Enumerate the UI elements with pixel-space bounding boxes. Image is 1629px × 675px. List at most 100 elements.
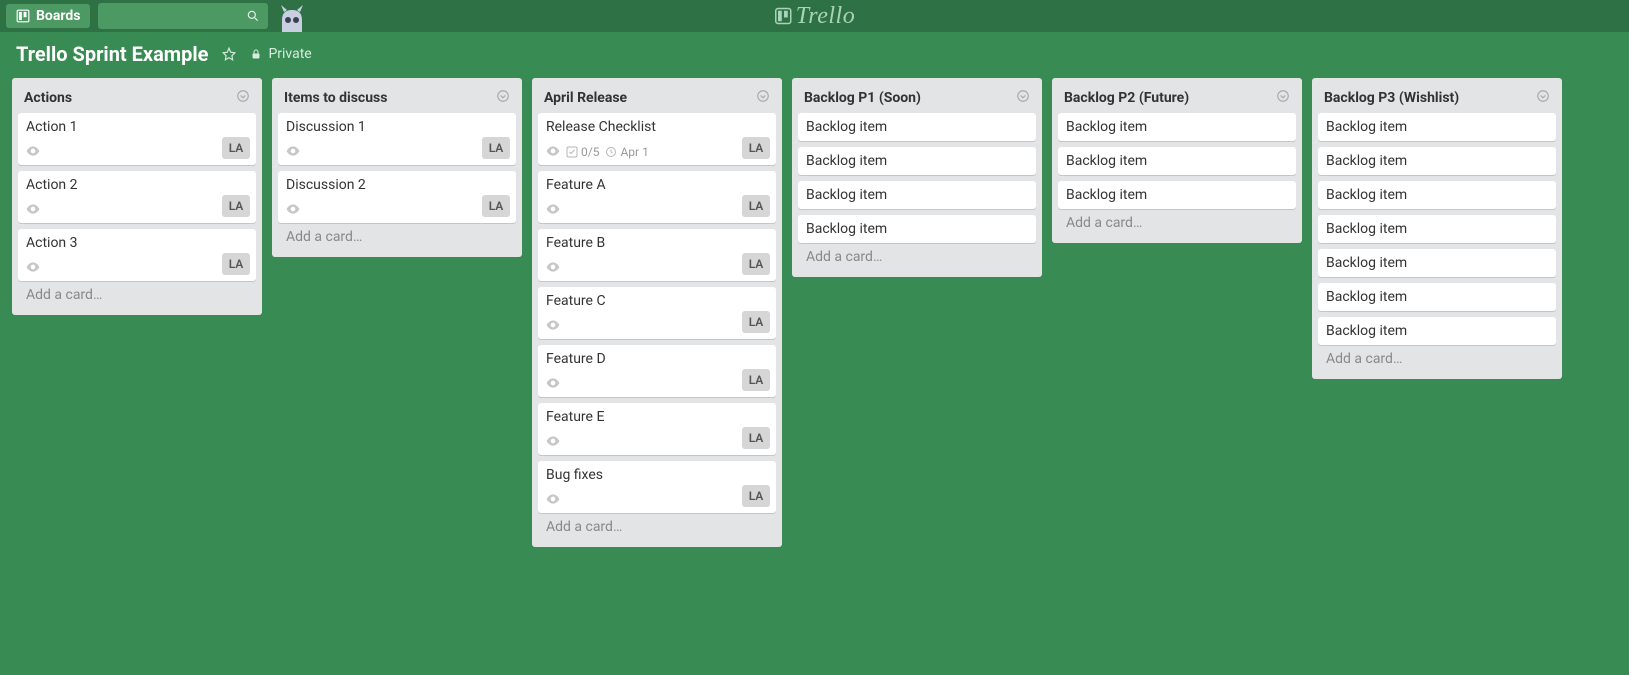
card-badges <box>546 377 560 391</box>
card[interactable]: Backlog item <box>1058 147 1296 175</box>
list-header: Backlog P2 (Future) <box>1058 84 1296 113</box>
member-avatar[interactable]: LA <box>222 253 250 275</box>
watch-icon <box>26 145 40 159</box>
card-badges <box>546 203 560 217</box>
watch-icon <box>286 203 300 217</box>
card-title: Action 3 <box>26 235 78 251</box>
member-avatar[interactable]: LA <box>482 195 510 217</box>
list-menu-button[interactable] <box>496 88 510 107</box>
card[interactable]: Action 1LA <box>18 113 256 165</box>
card-title: Feature E <box>546 409 604 425</box>
list-menu-button[interactable] <box>1536 88 1550 107</box>
trello-logo[interactable]: Trello <box>774 3 855 30</box>
card-badges <box>546 261 560 275</box>
card[interactable]: Backlog item <box>1058 113 1296 141</box>
member-avatar[interactable]: LA <box>742 311 770 333</box>
list-menu-button[interactable] <box>756 88 770 107</box>
star-button[interactable] <box>222 47 236 61</box>
list-title[interactable]: Backlog P1 (Soon) <box>804 90 921 106</box>
member-avatar[interactable]: LA <box>742 253 770 275</box>
add-card-button[interactable]: Add a card… <box>1318 345 1556 373</box>
watch-icon <box>286 145 300 159</box>
list-title[interactable]: Actions <box>24 90 72 106</box>
privacy-indicator[interactable]: Private <box>250 46 311 62</box>
card-title: Backlog item <box>806 221 887 237</box>
card[interactable]: Backlog item <box>1318 215 1556 243</box>
card[interactable]: Backlog item <box>798 113 1036 141</box>
card-title: Backlog item <box>1326 323 1407 339</box>
watch-icon <box>546 377 560 391</box>
checklist-badge: 0/5 <box>566 145 599 159</box>
member-avatar[interactable]: LA <box>222 195 250 217</box>
list-title[interactable]: Backlog P2 (Future) <box>1064 90 1189 106</box>
card[interactable]: Backlog item <box>798 147 1036 175</box>
watch-icon <box>26 261 40 275</box>
card[interactable]: Feature CLA <box>538 287 776 339</box>
board-title[interactable]: Trello Sprint Example <box>16 42 208 66</box>
card[interactable]: Backlog item <box>1318 249 1556 277</box>
list-menu-button[interactable] <box>1276 88 1290 107</box>
list-title[interactable]: Backlog P3 (Wishlist) <box>1324 90 1459 106</box>
card-title: Backlog item <box>806 119 887 135</box>
card[interactable]: Feature E LA <box>538 403 776 455</box>
add-card-button[interactable]: Add a card… <box>798 243 1036 271</box>
watch-icon <box>546 203 560 217</box>
card[interactable]: Backlog item <box>1318 283 1556 311</box>
card-list: Discussion 1LA Discussion 2 LA <box>278 113 516 223</box>
card-badges <box>286 203 300 217</box>
card[interactable]: Feature ALA <box>538 171 776 223</box>
member-avatar[interactable]: LA <box>742 369 770 391</box>
card-badges <box>26 261 40 275</box>
add-card-button[interactable]: Add a card… <box>538 513 776 541</box>
card[interactable]: Backlog item <box>1318 113 1556 141</box>
card[interactable]: Release Checklist0/5Apr 1LA <box>538 113 776 165</box>
card[interactable]: Backlog item <box>1318 147 1556 175</box>
card-title: Backlog item <box>1326 221 1407 237</box>
card[interactable]: Backlog item <box>1058 181 1296 209</box>
member-avatar[interactable]: LA <box>742 485 770 507</box>
card[interactable]: Feature DLA <box>538 345 776 397</box>
boards-icon <box>16 9 30 23</box>
card-badges <box>26 203 40 217</box>
card[interactable]: Backlog item <box>798 181 1036 209</box>
card[interactable]: Backlog item <box>1318 317 1556 345</box>
card-title: Discussion 2 <box>286 177 366 193</box>
add-card-button[interactable]: Add a card… <box>278 223 516 251</box>
list: April ReleaseRelease Checklist0/5Apr 1LA… <box>532 78 782 547</box>
card-title: Backlog item <box>806 187 887 203</box>
member-avatar[interactable]: LA <box>742 427 770 449</box>
mascot-icon <box>276 0 308 32</box>
card-list: Release Checklist0/5Apr 1LAFeature ALAFe… <box>538 113 776 513</box>
list: Backlog P3 (Wishlist) Backlog item Backlog… <box>1312 78 1562 379</box>
list-header: Backlog P3 (Wishlist) <box>1318 84 1556 113</box>
due-date-badge: Apr 1 <box>605 145 648 159</box>
member-avatar[interactable]: LA <box>742 137 770 159</box>
list-menu-button[interactable] <box>1016 88 1030 107</box>
add-card-button[interactable]: Add a card… <box>1058 209 1296 237</box>
member-avatar[interactable]: LA <box>742 195 770 217</box>
card-title: Backlog item <box>1326 153 1407 169</box>
card[interactable]: Action 2LA <box>18 171 256 223</box>
card-title: Backlog item <box>1326 255 1407 271</box>
list-title[interactable]: Items to discuss <box>284 90 387 106</box>
card[interactable]: Action 3 LA <box>18 229 256 281</box>
card-badges <box>546 493 560 507</box>
card[interactable]: Backlog item <box>798 215 1036 243</box>
watch-icon <box>26 203 40 217</box>
member-avatar[interactable]: LA <box>222 137 250 159</box>
card[interactable]: Discussion 2 LA <box>278 171 516 223</box>
card[interactable]: Discussion 1LA <box>278 113 516 165</box>
trello-logo-icon <box>774 7 792 25</box>
boards-button[interactable]: Boards <box>6 4 90 28</box>
list-menu-button[interactable] <box>236 88 250 107</box>
card-title: Bug fixes <box>546 467 603 483</box>
card-title: Backlog item <box>1066 187 1147 203</box>
list-title[interactable]: April Release <box>544 90 627 106</box>
list-header: Actions <box>18 84 256 113</box>
card[interactable]: Backlog item <box>1318 181 1556 209</box>
card[interactable]: Feature BLA <box>538 229 776 281</box>
member-avatar[interactable]: LA <box>482 137 510 159</box>
card[interactable]: Bug fixes LA <box>538 461 776 513</box>
add-card-button[interactable]: Add a card… <box>18 281 256 309</box>
search-input[interactable] <box>98 3 268 29</box>
